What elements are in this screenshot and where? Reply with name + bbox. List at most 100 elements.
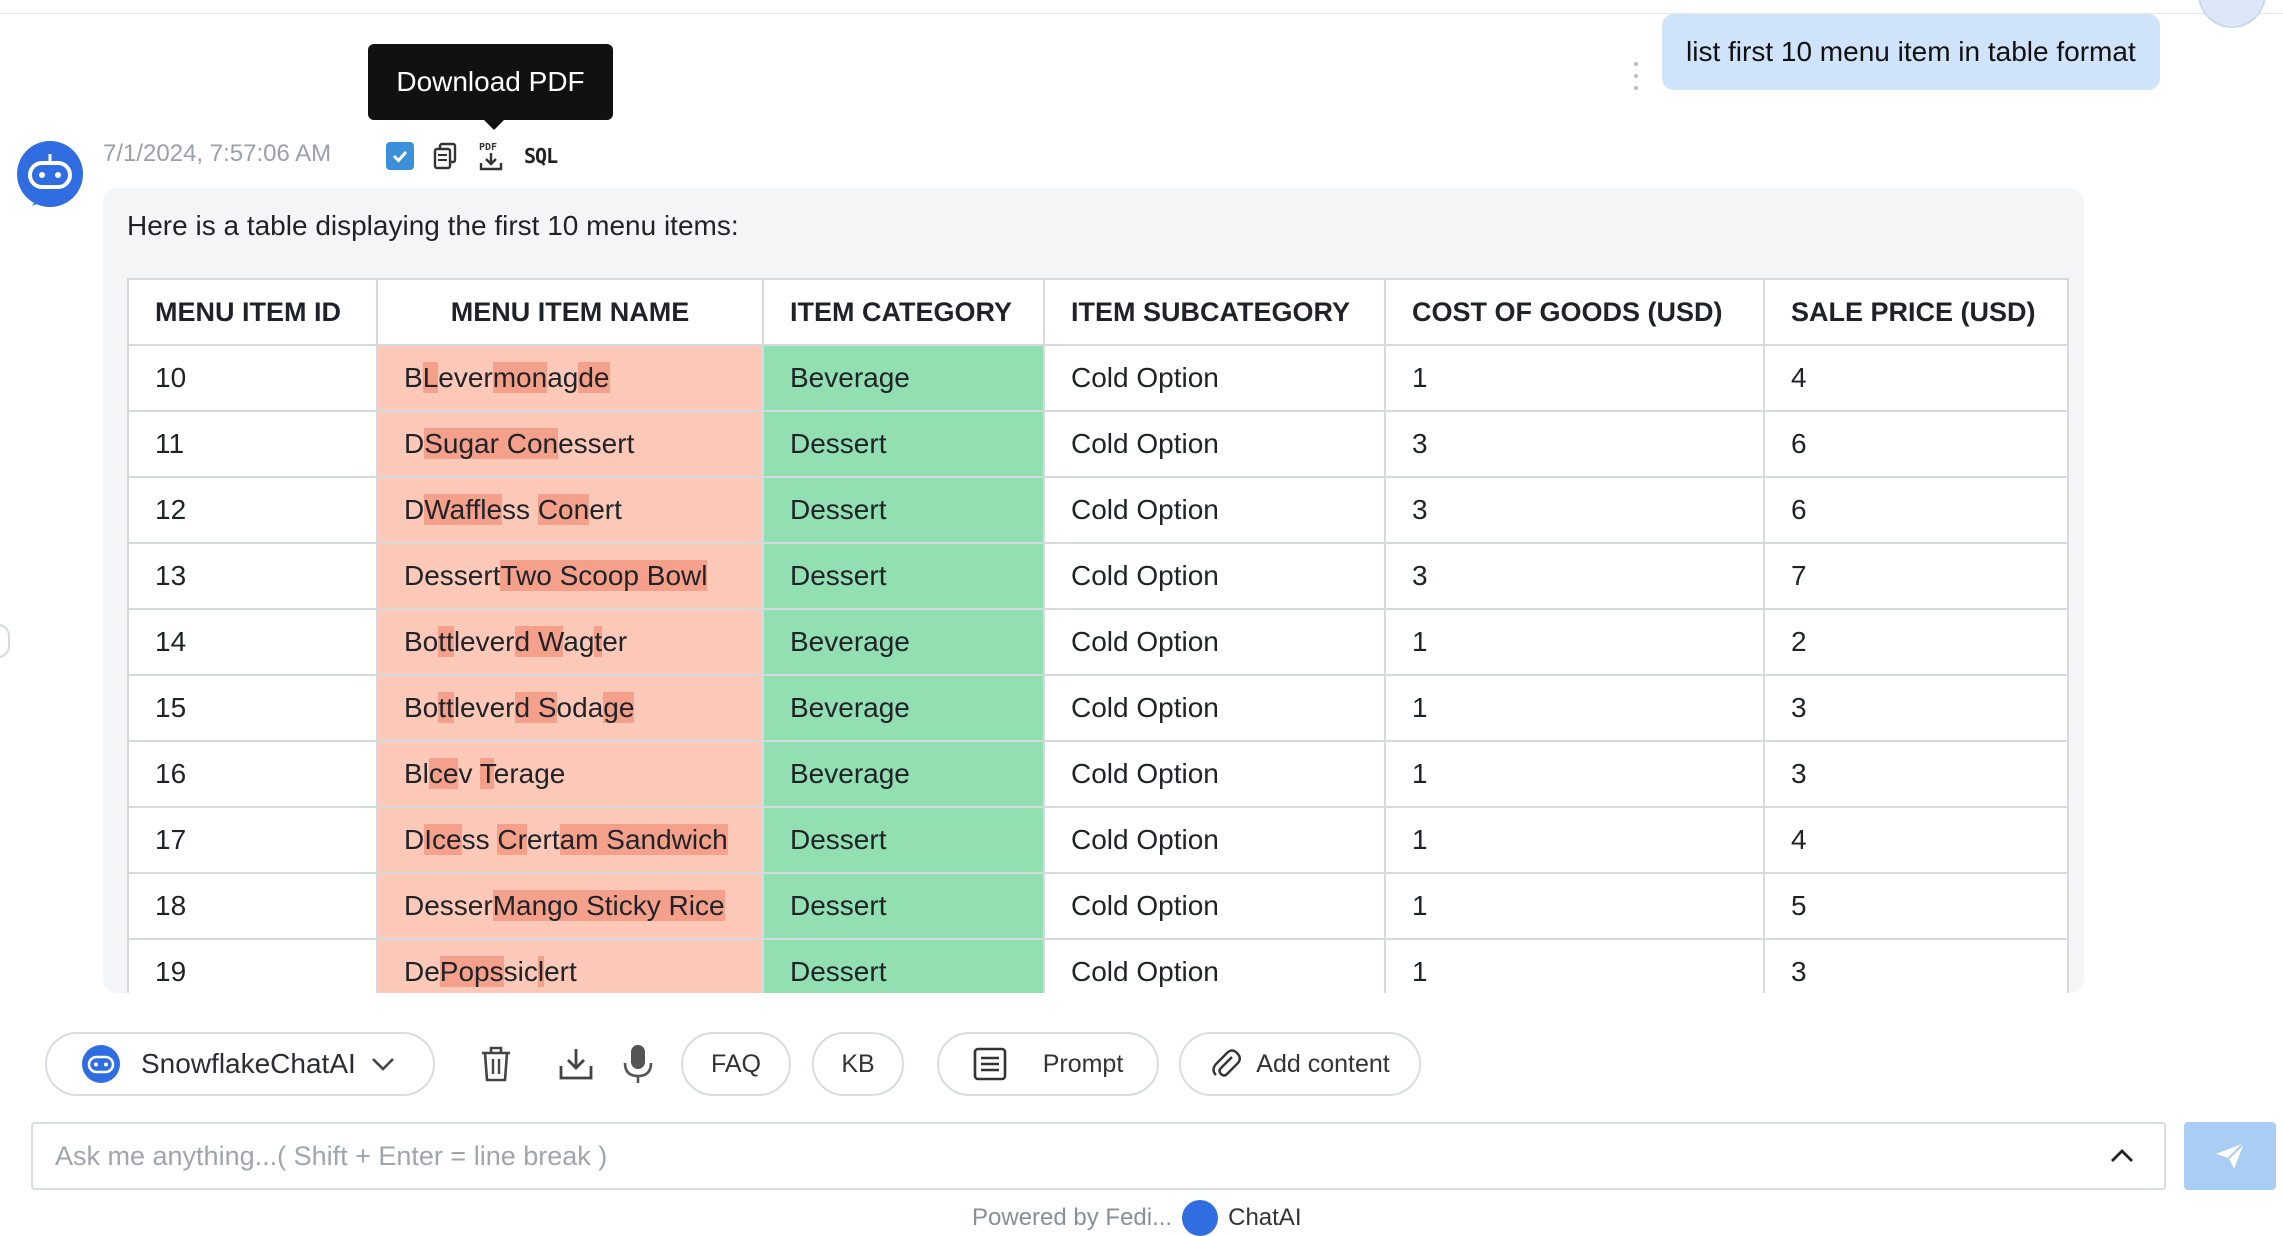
table-row: 10 BLevermonagde Beverage Cold Option 1 4 xyxy=(127,344,2069,412)
item-category-cell: Dessert xyxy=(762,410,1045,478)
name-fragment: Ice xyxy=(424,824,462,855)
name-fragment: Cr xyxy=(497,824,527,855)
name-fragment: mon xyxy=(492,362,548,393)
chevron-down-icon xyxy=(371,1058,394,1071)
chatai-logo-icon xyxy=(1182,1200,1219,1236)
message-options-icon[interactable] xyxy=(1630,62,1642,90)
name-fragment: D xyxy=(404,824,425,855)
name-fragment: lever xyxy=(453,626,515,657)
send-button[interactable] xyxy=(2184,1122,2276,1190)
menu-item-name-cell: Blcev Terage xyxy=(376,740,764,808)
pdf-icon-label: PDF xyxy=(479,142,497,153)
name-fragment: Bl xyxy=(404,758,429,789)
select-checkbox[interactable] xyxy=(386,142,414,170)
name-fragment: De xyxy=(404,956,440,987)
menu-item-name-cell: Bottleverd Sodage xyxy=(376,674,764,742)
faq-button[interactable]: FAQ xyxy=(681,1032,791,1096)
model-selector[interactable]: SnowflakeChatAI xyxy=(45,1032,435,1096)
name-fragment: ag xyxy=(547,362,579,393)
menu-item-id-cell: 13 xyxy=(127,542,378,610)
sidebar-toggle-handle[interactable] xyxy=(0,624,10,658)
cost-cell: 1 xyxy=(1384,344,1765,412)
name-fragment: L xyxy=(422,362,439,393)
item-subcategory-cell: Cold Option xyxy=(1043,806,1386,874)
name-fragment: ce xyxy=(428,758,459,789)
menu-item-id-cell: 11 xyxy=(127,410,378,478)
sale-price-cell: 6 xyxy=(1763,410,2069,478)
bot-message-intro: Here is a table displaying the first 10 … xyxy=(127,210,739,241)
cost-cell: 1 xyxy=(1384,938,1765,993)
prompt-label: Prompt xyxy=(1042,1049,1124,1078)
copy-icon[interactable] xyxy=(432,142,458,170)
name-fragment: sic xyxy=(503,956,538,987)
name-fragment: T xyxy=(479,758,494,789)
chat-input[interactable] xyxy=(31,1122,2166,1190)
send-icon xyxy=(2216,1142,2245,1169)
cost-cell: 3 xyxy=(1384,476,1765,544)
item-subcategory-cell: Cold Option xyxy=(1043,740,1386,808)
table-row: 16 Blcev Terage Beverage Cold Option 1 3 xyxy=(127,740,2069,808)
item-subcategory-cell: Cold Option xyxy=(1043,542,1386,610)
item-category-cell: Dessert xyxy=(762,806,1045,874)
bot-message-card: Here is a table displaying the first 10 … xyxy=(103,188,2084,993)
table-row: 11 DSugar Conessert Dessert Cold Option 3 6 xyxy=(127,410,2069,478)
message-timestamp: 7/1/2024, 7:57:06 AM xyxy=(103,140,332,167)
column-header: MENU ITEM ID xyxy=(127,278,378,346)
table-row: 12 DWaffless Conert Dessert Cold Option 3 6 xyxy=(127,476,2069,544)
trash-icon[interactable] xyxy=(476,1044,516,1084)
name-fragment: v xyxy=(458,758,480,789)
download-pdf-icon[interactable]: PDF xyxy=(476,140,506,172)
bot-avatar xyxy=(16,140,84,208)
item-subcategory-cell: Cold Option xyxy=(1043,410,1386,478)
chevron-up-icon[interactable] xyxy=(2106,1140,2138,1172)
sale-price-cell: 3 xyxy=(1763,740,2069,808)
download-icon[interactable] xyxy=(556,1044,596,1084)
name-fragment: ss xyxy=(461,824,498,855)
sale-price-cell: 7 xyxy=(1763,542,2069,610)
name-fragment: Con xyxy=(537,494,590,525)
name-fragment: D xyxy=(404,428,425,459)
menu-item-id-cell: 12 xyxy=(127,476,378,544)
name-fragment: am Sandwich xyxy=(559,824,728,855)
microphone-icon[interactable] xyxy=(618,1044,658,1084)
menu-item-id-cell: 15 xyxy=(127,674,378,742)
table-row: 19 DePopssiclert Dessert Cold Option 1 3 xyxy=(127,938,2069,993)
add-content-button[interactable]: Add content xyxy=(1179,1032,1421,1096)
name-fragment: ert xyxy=(526,824,560,855)
item-category-cell: Beverage xyxy=(762,674,1045,742)
item-category-cell: Dessert xyxy=(762,938,1045,993)
column-header: ITEM CATEGORY xyxy=(762,278,1045,346)
item-subcategory-cell: Cold Option xyxy=(1043,608,1386,676)
item-category-cell: Dessert xyxy=(762,542,1045,610)
table-row: 17 DIcess Crertam Sandwich Dessert Cold Opt… xyxy=(127,806,2069,874)
kb-button[interactable]: KB xyxy=(812,1032,904,1096)
table-row: 18 DesserMango Sticky Rice Dessert Cold Opt… xyxy=(127,872,2069,940)
sale-price-cell: 6 xyxy=(1763,476,2069,544)
user-avatar xyxy=(2198,0,2266,28)
sale-price-cell: 4 xyxy=(1763,806,2069,874)
cost-cell: 1 xyxy=(1384,806,1765,874)
footer: Powered by Fedi... ChatAI xyxy=(972,1200,1301,1236)
prompt-button[interactable]: Prompt xyxy=(937,1032,1159,1096)
footer-brand: ChatAI xyxy=(1228,1204,1302,1231)
name-fragment: D xyxy=(404,494,425,525)
menu-item-id-cell: 10 xyxy=(127,344,378,412)
cost-cell: 1 xyxy=(1384,674,1765,742)
sql-button[interactable]: SQL xyxy=(524,144,558,168)
menu-item-name-cell: DePopssiclert xyxy=(376,938,764,993)
user-message-bubble: list first 10 menu item in table format xyxy=(1662,14,2160,90)
name-fragment: ert xyxy=(589,494,622,525)
name-fragment: ert xyxy=(544,956,577,987)
sale-price-cell: 3 xyxy=(1763,674,2069,742)
prompt-icon xyxy=(973,1047,1007,1081)
sale-price-cell: 4 xyxy=(1763,344,2069,412)
name-fragment: ever xyxy=(438,362,493,393)
cost-cell: 3 xyxy=(1384,410,1765,478)
menu-item-name-cell: DSugar Conessert xyxy=(376,410,764,478)
menu-item-id-cell: 14 xyxy=(127,608,378,676)
name-fragment: Pops xyxy=(439,956,504,987)
item-subcategory-cell: Cold Option xyxy=(1043,476,1386,544)
name-fragment: ss xyxy=(502,494,538,525)
name-fragment: ag xyxy=(563,626,595,657)
name-fragment: Dessert xyxy=(404,560,501,591)
